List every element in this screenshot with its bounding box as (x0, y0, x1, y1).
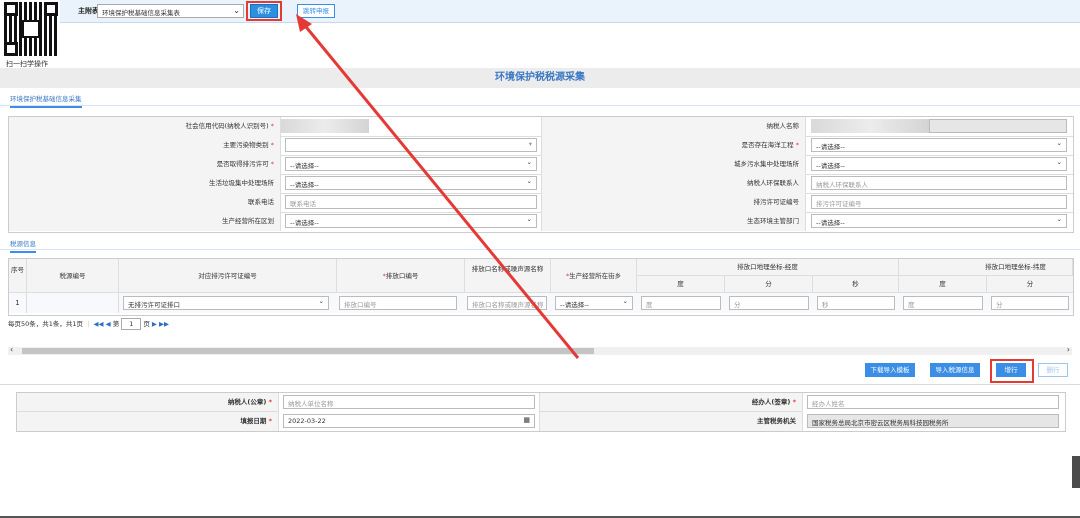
arrow-shaft (300, 21, 580, 359)
side-floating-tab[interactable] (1072, 456, 1080, 488)
annotation-arrow (296, 14, 580, 359)
